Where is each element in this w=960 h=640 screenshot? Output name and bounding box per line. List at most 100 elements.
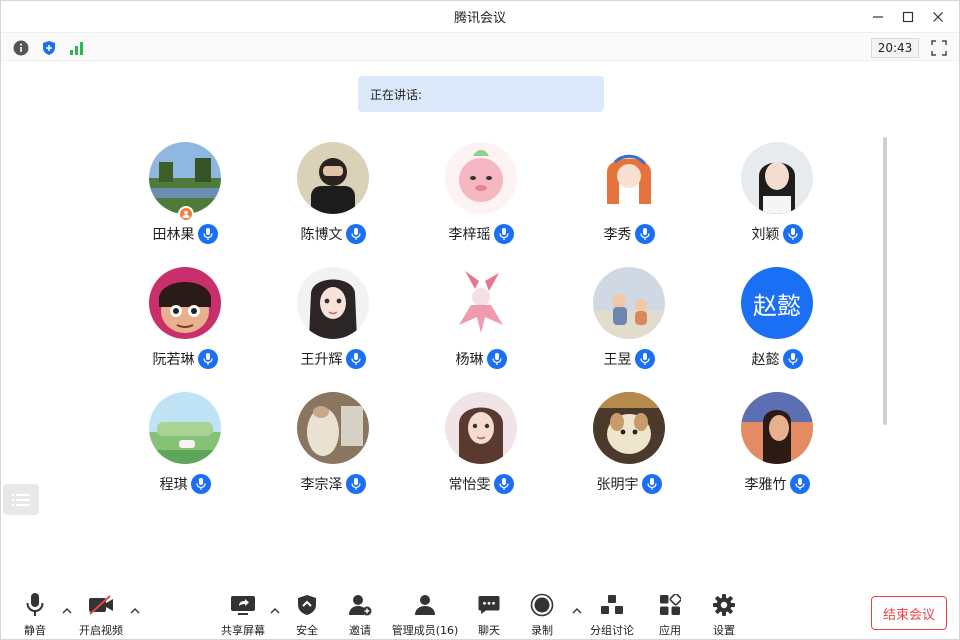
avatar bbox=[741, 392, 813, 464]
participant-tile[interactable]: 张明宇 bbox=[555, 392, 703, 516]
mic-status-icon bbox=[345, 474, 366, 494]
apps-label: 应用 bbox=[659, 624, 681, 637]
mic-status-icon bbox=[190, 474, 211, 494]
participant-tile[interactable]: 程琪 bbox=[111, 392, 259, 516]
participant-name: 陈博文 bbox=[300, 227, 343, 243]
participant-name: 阮若琳 bbox=[152, 352, 195, 368]
participant-tile[interactable]: 李宗泽 bbox=[259, 392, 407, 516]
share-options-caret[interactable] bbox=[269, 606, 281, 616]
participant-tile[interactable]: 陈博文 bbox=[259, 142, 407, 266]
mic-status-icon bbox=[345, 349, 366, 369]
record-button[interactable]: 录制 bbox=[529, 592, 555, 638]
start-video-label: 开启视频 bbox=[79, 624, 123, 637]
share-screen-icon bbox=[231, 596, 255, 615]
participant-tile[interactable]: 王升辉 bbox=[259, 267, 407, 391]
breakout-rooms-label: 分组讨论 bbox=[590, 624, 634, 637]
settings-label: 设置 bbox=[713, 624, 735, 637]
breakout-rooms-button[interactable]: 分组讨论 bbox=[588, 592, 636, 638]
participant-tile[interactable]: 王昱 bbox=[555, 267, 703, 391]
end-meeting-button[interactable]: 结束会议 bbox=[871, 596, 947, 630]
record-icon bbox=[530, 593, 554, 617]
audio-options-caret[interactable] bbox=[61, 606, 73, 616]
participant-tile[interactable]: 李梓瑶 bbox=[407, 142, 555, 266]
participant-tile[interactable]: 李秀 bbox=[555, 142, 703, 266]
breakout-icon bbox=[601, 595, 623, 614]
maximize-button[interactable] bbox=[893, 2, 923, 32]
invite-button[interactable]: 邀请 bbox=[347, 592, 373, 638]
chevron-up-icon bbox=[572, 608, 582, 614]
host-badge bbox=[178, 206, 194, 222]
chat-icon bbox=[478, 596, 500, 614]
grid-scrollbar[interactable] bbox=[883, 137, 887, 425]
minimize-button[interactable] bbox=[863, 2, 893, 32]
fullscreen-icon bbox=[931, 40, 947, 56]
mic-status-icon bbox=[493, 474, 514, 494]
video-off-icon bbox=[89, 595, 113, 615]
list-icon bbox=[12, 493, 30, 506]
meeting-window: 腾讯会议 20:43 正在讲话: 田林果 陈博文 李梓瑶 李秀 刘颖 阮若琳 王… bbox=[0, 0, 960, 640]
avatar bbox=[149, 392, 221, 464]
info-bar: 20:43 bbox=[1, 32, 959, 61]
start-video-button[interactable]: 开启视频 bbox=[77, 592, 125, 638]
participant-name: 常怡雯 bbox=[448, 477, 491, 493]
info-icon bbox=[13, 40, 29, 56]
participant-tile[interactable]: 田林果 bbox=[111, 142, 259, 266]
participant-name-row: 陈博文 bbox=[259, 222, 407, 246]
microphone-icon bbox=[646, 478, 657, 490]
security-status-button[interactable] bbox=[40, 39, 58, 57]
participant-name-row: 阮若琳 bbox=[111, 347, 259, 371]
chevron-up-icon bbox=[62, 608, 72, 614]
chat-button[interactable]: 聊天 bbox=[476, 592, 502, 638]
microphone-icon bbox=[202, 353, 213, 365]
security-button[interactable]: 安全 bbox=[294, 592, 320, 638]
avatar bbox=[593, 267, 665, 339]
participant-tile[interactable]: 阮若琳 bbox=[111, 267, 259, 391]
apps-icon bbox=[660, 594, 681, 615]
window-controls bbox=[863, 1, 953, 32]
participant-name-row: 赵懿 bbox=[703, 347, 851, 371]
share-screen-label: 共享屏幕 bbox=[221, 624, 265, 637]
manage-members-button[interactable]: 管理成员(16) bbox=[391, 592, 459, 638]
fullscreen-button[interactable] bbox=[930, 39, 948, 57]
participant-tile[interactable]: 李雅竹 bbox=[703, 392, 851, 516]
participant-tile[interactable]: 常怡雯 bbox=[407, 392, 555, 516]
participant-name: 李梓瑶 bbox=[448, 227, 491, 243]
avatar bbox=[445, 392, 517, 464]
participant-tile[interactable]: 杨琳 bbox=[407, 267, 555, 391]
network-status-button[interactable] bbox=[68, 39, 86, 57]
mic-status-icon bbox=[493, 224, 514, 244]
participant-tile[interactable]: 刘颖 bbox=[703, 142, 851, 266]
member-list-toggle[interactable] bbox=[3, 484, 39, 515]
mute-button[interactable]: 静音 bbox=[21, 592, 49, 638]
mic-status-icon bbox=[782, 349, 803, 369]
participant-name: 张明宇 bbox=[596, 477, 639, 493]
participant-name: 刘颖 bbox=[751, 227, 780, 243]
participant-name-row: 杨琳 bbox=[407, 347, 555, 371]
avatar bbox=[445, 142, 517, 214]
shield-icon bbox=[298, 595, 316, 615]
microphone-icon bbox=[26, 593, 44, 616]
record-options-caret[interactable] bbox=[571, 606, 583, 616]
speaking-label: 正在讲话: bbox=[370, 87, 423, 102]
share-screen-button[interactable]: 共享屏幕 bbox=[219, 592, 267, 638]
video-options-caret[interactable] bbox=[129, 606, 141, 616]
avatar bbox=[149, 142, 221, 214]
title-bar: 腾讯会议 bbox=[1, 1, 959, 32]
participant-name: 李雅竹 bbox=[744, 477, 787, 493]
avatar bbox=[593, 392, 665, 464]
invite-label: 邀请 bbox=[349, 624, 371, 637]
microphone-icon bbox=[491, 353, 502, 365]
microphone-icon bbox=[794, 478, 805, 490]
participant-name-row: 王升辉 bbox=[259, 347, 407, 371]
avatar bbox=[593, 142, 665, 214]
speaking-indicator: 正在讲话: bbox=[358, 76, 604, 112]
meeting-info-button[interactable] bbox=[12, 39, 30, 57]
close-icon bbox=[933, 11, 943, 22]
meeting-clock: 20:43 bbox=[871, 38, 919, 58]
add-user-icon bbox=[349, 595, 372, 616]
close-button[interactable] bbox=[923, 2, 953, 32]
meeting-toolbar: 静音 开启视频 共享屏幕 安全 邀请 管理成员(16) 聊天 录制 分组讨论 应… bbox=[1, 586, 959, 640]
apps-button[interactable]: 应用 bbox=[657, 592, 683, 638]
settings-button[interactable]: 设置 bbox=[711, 592, 737, 638]
participant-tile[interactable]: 赵懿 赵懿 bbox=[703, 267, 851, 391]
